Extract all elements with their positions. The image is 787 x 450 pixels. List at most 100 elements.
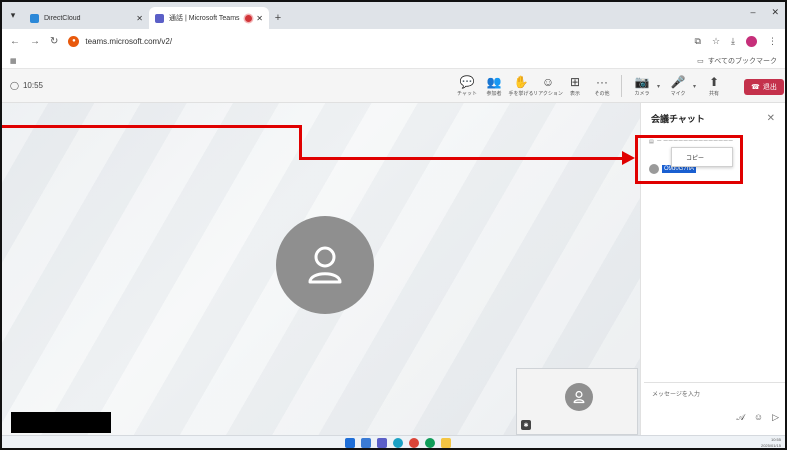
- annotation-arrow-icon: [622, 151, 635, 165]
- meeting-timer: ◯ 10:55: [10, 81, 43, 90]
- edge-icon[interactable]: [393, 438, 403, 448]
- back-icon[interactable]: ←: [10, 36, 20, 47]
- all-bookmarks[interactable]: ▭ すべてのブックマーク: [697, 56, 777, 66]
- close-tab-icon[interactable]: ✕: [136, 14, 143, 23]
- url-text: teams.microsoft.com/v2/: [85, 36, 173, 46]
- phone-hangup-icon: ☎: [751, 84, 760, 91]
- tool-label: 手を挙げる: [508, 91, 534, 97]
- install-app-icon[interactable]: ⧉: [695, 36, 701, 47]
- url-field[interactable]: ● teams.microsoft.com/v2/: [68, 32, 694, 50]
- file-explorer-icon[interactable]: [441, 438, 451, 448]
- raise-hand-button[interactable]: ✋ 手を挙げる: [508, 75, 534, 97]
- chat-button[interactable]: 💬 チャット: [455, 75, 479, 97]
- browser-tab-teams[interactable]: 通話 | Microsoft Teams ✕: [149, 7, 269, 29]
- windows-start-icon[interactable]: [345, 438, 355, 448]
- participants-button[interactable]: 👥 参加者: [482, 75, 506, 97]
- share-button[interactable]: ⬆ 共有: [702, 75, 726, 97]
- minimize-icon[interactable]: –: [750, 7, 755, 18]
- tool-label: リアクション: [533, 91, 563, 97]
- teams-favicon-icon: [155, 13, 164, 23]
- apps-grid-icon[interactable]: ▦: [10, 57, 17, 65]
- chrome-icon[interactable]: [409, 438, 419, 448]
- self-avatar: [565, 383, 593, 411]
- format-icon[interactable]: 𝒜: [736, 412, 745, 423]
- annotation-line-top: [2, 125, 302, 128]
- teams-app-icon[interactable]: [377, 438, 387, 448]
- forward-icon[interactable]: →: [30, 36, 40, 47]
- more-button[interactable]: ··· その他: [590, 75, 614, 97]
- tab-list-chevron-icon[interactable]: ▾: [2, 2, 24, 29]
- bookmark-star-icon[interactable]: ☆: [712, 36, 720, 47]
- muted-mic-icon: ✱: [521, 420, 531, 430]
- tool-label: 表示: [569, 91, 580, 97]
- self-view-tile[interactable]: ✱: [516, 368, 638, 435]
- teams-meeting-toolbar: ◯ 10:55 💬 チャット 👥 参加者 ✋ 手を挙げる ☺ リアクション ⊞: [2, 69, 785, 103]
- profile-avatar[interactable]: [746, 35, 757, 47]
- window-controls: – ✕: [750, 7, 779, 18]
- address-bar-actions: ⧉ ☆ ⤓ ⋮: [695, 35, 777, 47]
- chat-compose: メッセージを入力 𝒜 ☺ ▷: [644, 382, 785, 435]
- clock-date: 2025/01/15: [760, 443, 781, 448]
- send-icon[interactable]: ▷: [772, 412, 779, 423]
- mic-options-chevron-icon[interactable]: ▾: [693, 83, 696, 90]
- browser-tab-directcloud[interactable]: DirectCloud ✕: [24, 7, 149, 29]
- hand-icon: ✋: [513, 75, 529, 89]
- screenshot-frame: ▾ DirectCloud ✕ 通話 | Microsoft Teams ✕ +…: [0, 0, 787, 450]
- camera-options-chevron-icon[interactable]: ▾: [657, 83, 660, 90]
- reload-icon[interactable]: ↻: [50, 36, 58, 47]
- participant-avatar[interactable]: [276, 216, 374, 314]
- leave-button[interactable]: ☎ 退出: [744, 79, 784, 95]
- emoji-icon[interactable]: ☺: [754, 412, 763, 423]
- tab-label: DirectCloud: [44, 14, 81, 22]
- windows-taskbar: 10:55 2025/01/15: [2, 435, 785, 448]
- tool-label: 共有: [709, 91, 720, 97]
- system-clock[interactable]: 10:55 2025/01/15: [760, 437, 781, 448]
- close-icon[interactable]: ✕: [767, 113, 775, 124]
- share-icon: ⬆: [709, 75, 720, 89]
- address-bar: ← → ↻ ● teams.microsoft.com/v2/ ⧉ ☆ ⤓ ⋮: [2, 29, 785, 53]
- view-button[interactable]: ⊞ 表示: [563, 75, 587, 97]
- site-info-icon[interactable]: ●: [68, 35, 80, 47]
- more-icon: ···: [596, 75, 608, 89]
- download-icon[interactable]: ⤓: [731, 36, 735, 47]
- annotation-line-bottom: [299, 157, 624, 160]
- all-bookmarks-label: すべてのブックマーク: [707, 57, 777, 65]
- close-tab-icon[interactable]: ✕: [256, 14, 263, 23]
- folder-icon: ▭: [697, 57, 704, 65]
- browser-tab-strip: ▾ DirectCloud ✕ 通話 | Microsoft Teams ✕ +…: [2, 2, 785, 29]
- chat-header: 会議チャット ✕: [641, 103, 785, 133]
- toolbar-divider: [621, 75, 622, 97]
- camera-button[interactable]: 📷 カメラ: [630, 75, 654, 97]
- bookmarks-bar: ▦ ▭ すべてのブックマーク: [2, 53, 785, 69]
- tab-label: 通話 | Microsoft Teams: [169, 15, 240, 22]
- video-stage: ✱: [2, 103, 640, 435]
- person-icon: [573, 390, 585, 404]
- tool-label: マイク: [670, 91, 686, 97]
- redacted-area: [11, 412, 111, 433]
- chat-title: 会議チャット: [651, 113, 705, 124]
- meeting-timer-text: 10:55: [22, 81, 43, 90]
- recording-indicator-icon: [245, 14, 253, 22]
- message-input[interactable]: メッセージを入力: [652, 389, 700, 398]
- reaction-icon: ☺: [541, 75, 555, 89]
- close-window-icon[interactable]: ✕: [771, 7, 779, 18]
- meeting-controls: 💬 チャット 👥 参加者 ✋ 手を挙げる ☺ リアクション ⊞ 表示 ··· そ: [455, 69, 729, 103]
- tool-label: カメラ: [634, 91, 650, 97]
- chrome-profile-icon[interactable]: [425, 438, 435, 448]
- annotation-highlight-box: [635, 135, 743, 184]
- compose-actions: 𝒜 ☺ ▷: [736, 412, 779, 423]
- tool-label: チャット: [457, 91, 477, 97]
- chat-icon: 💬: [459, 75, 475, 89]
- task-view-icon[interactable]: [361, 438, 371, 448]
- tool-label: 参加者: [486, 91, 502, 97]
- browser-menu-icon[interactable]: ⋮: [768, 36, 777, 47]
- shield-icon: ◯: [10, 81, 19, 90]
- new-tab-button[interactable]: +: [269, 7, 287, 29]
- reactions-button[interactable]: ☺ リアクション: [533, 75, 563, 97]
- tool-label: その他: [594, 91, 610, 97]
- mic-button[interactable]: 🎤 マイク: [666, 75, 690, 97]
- annotation-line-vertical: [299, 125, 302, 160]
- person-icon: [308, 246, 342, 284]
- mic-icon: 🎤: [670, 75, 686, 89]
- directcloud-favicon-icon: [30, 13, 39, 23]
